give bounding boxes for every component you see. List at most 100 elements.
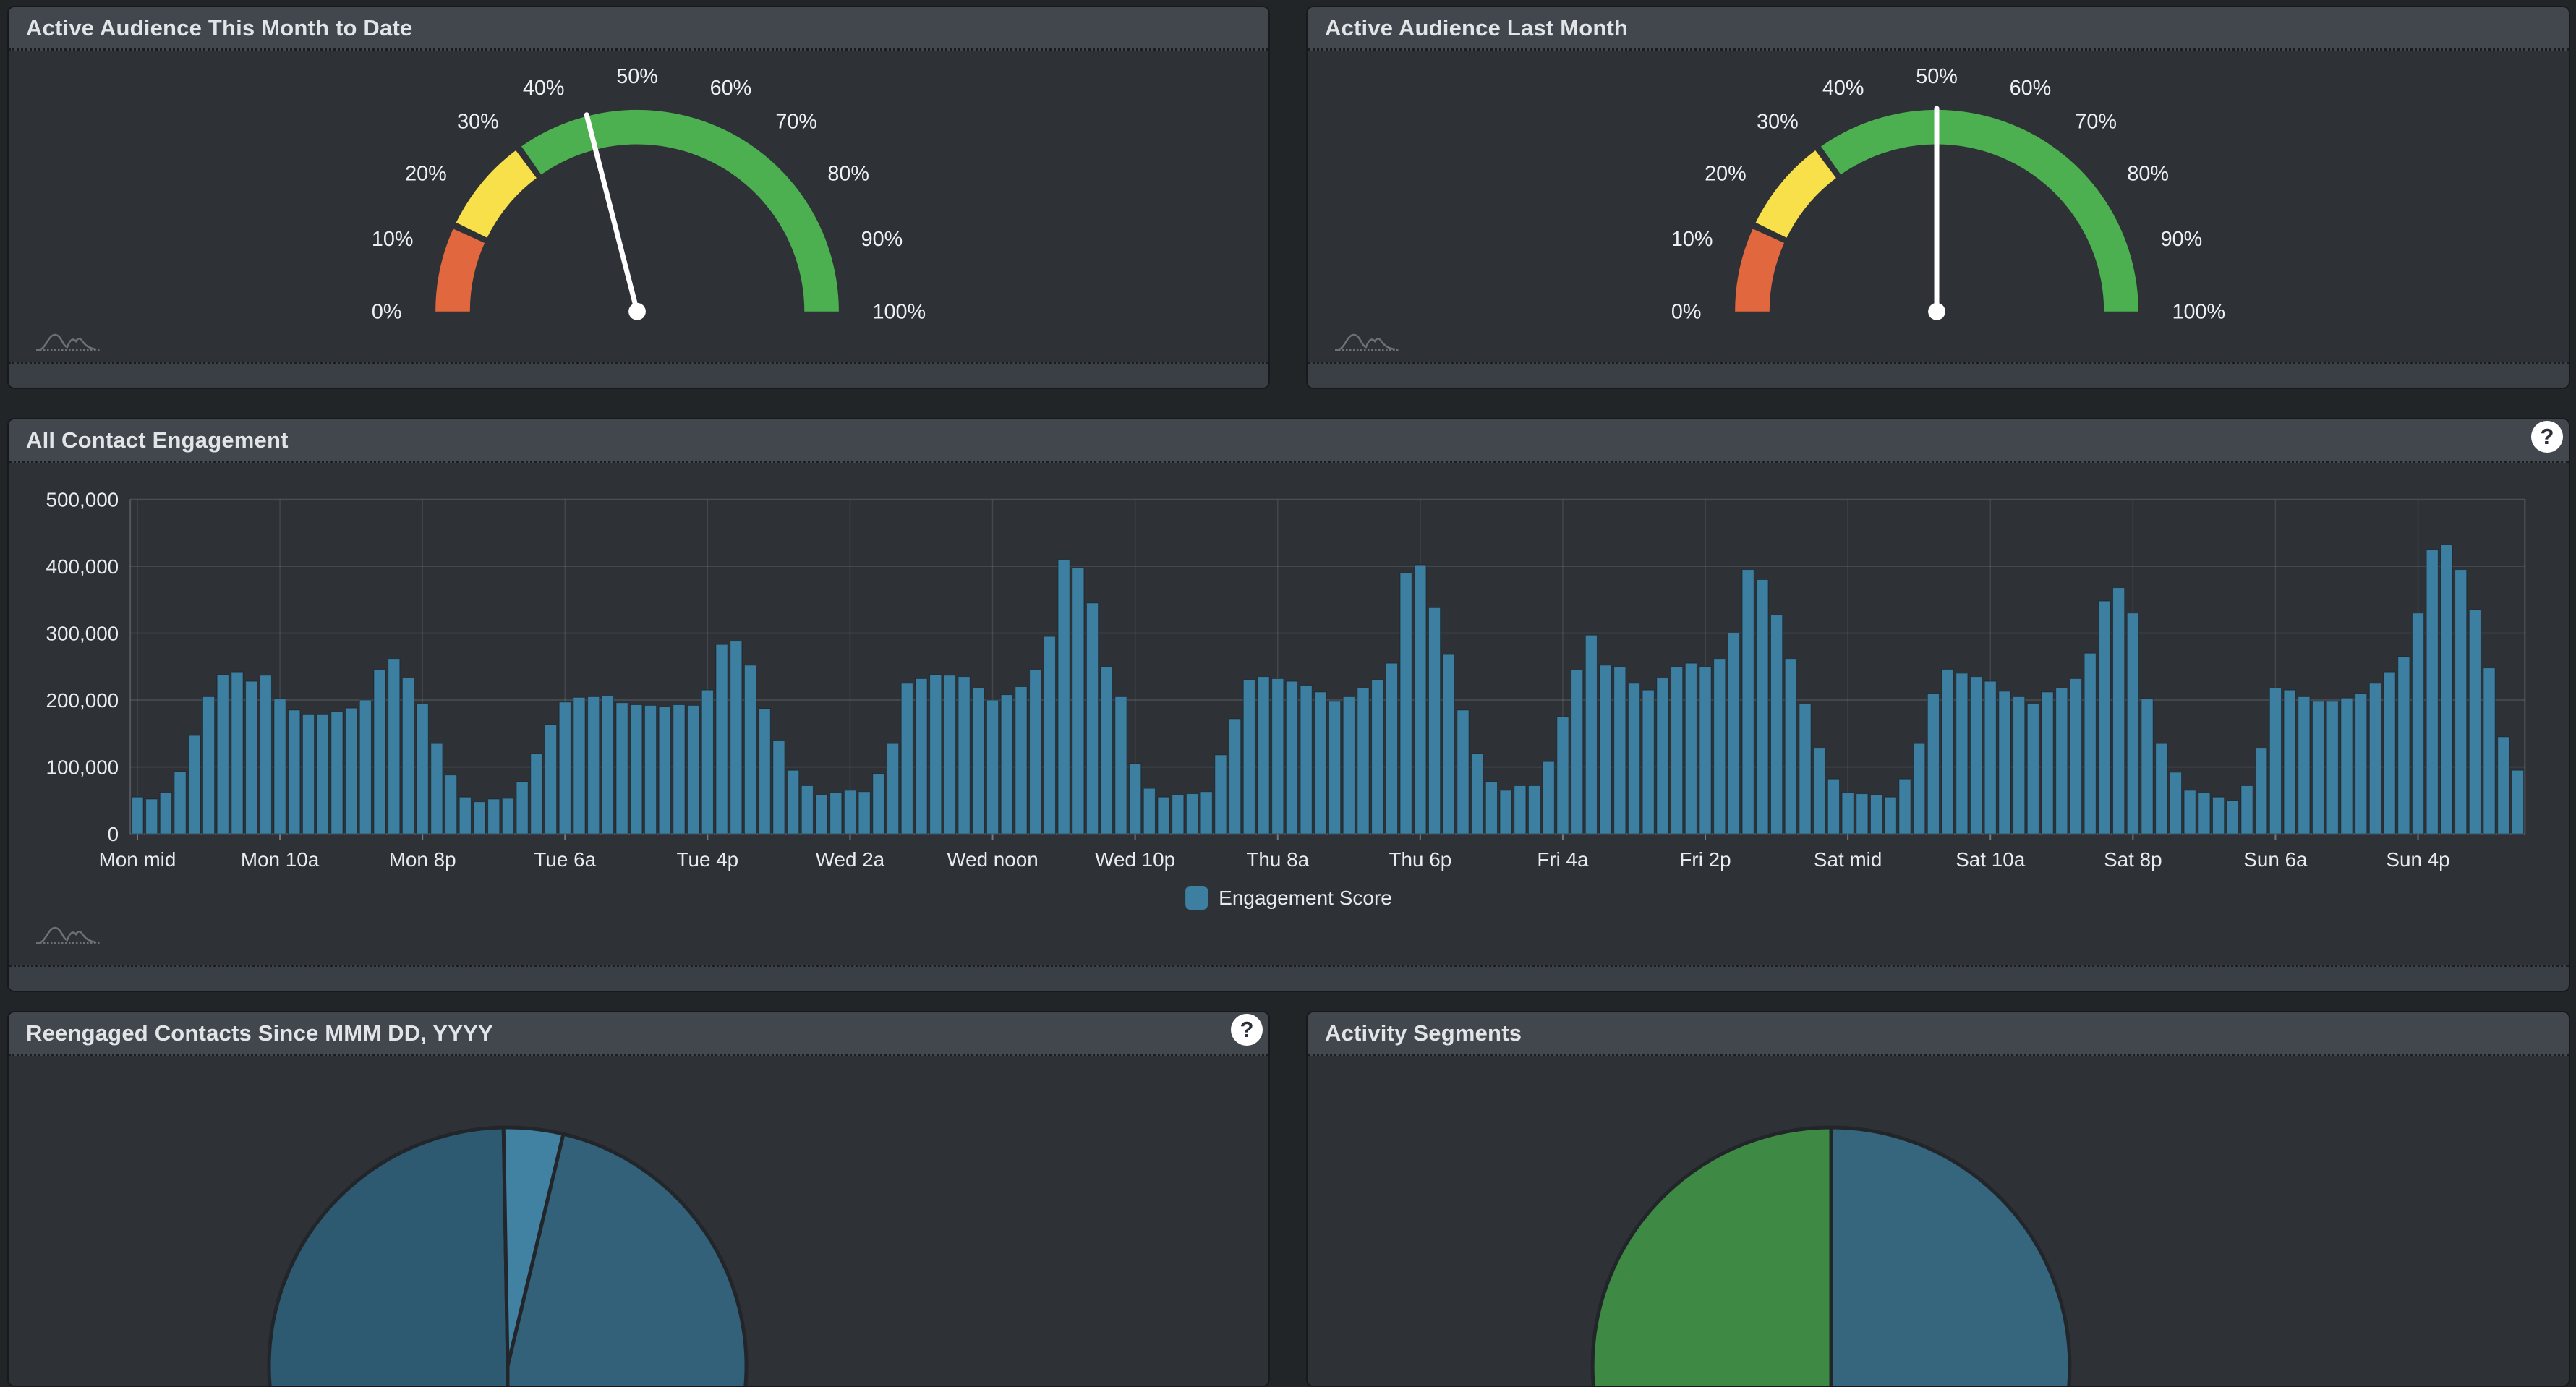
bar-36[interactable] [644,705,656,834]
bar-94[interactable] [1472,754,1483,834]
bar-106[interactable] [1642,690,1654,834]
bar-150[interactable] [2269,688,2281,834]
pie-slice-0[interactable] [269,1127,508,1387]
bar-43[interactable] [744,665,756,834]
bar-0[interactable] [132,797,143,834]
bar-123[interactable] [1885,797,1896,834]
bar-121[interactable] [1856,794,1868,835]
bar-61[interactable] [1001,695,1012,834]
bar-4[interactable] [189,735,200,834]
bar-28[interactable] [531,754,542,834]
bar-128[interactable] [1956,673,1968,834]
bar-113[interactable] [1742,570,1754,834]
bar-84[interactable] [1329,701,1341,834]
bar-51[interactable] [858,792,870,834]
bar-87[interactable] [1372,680,1383,834]
pie-slices[interactable] [1592,1127,2070,1387]
bar-110[interactable] [1699,667,1711,834]
bar-25[interactable] [488,799,500,834]
bar-77[interactable] [1229,719,1241,834]
bar-101[interactable] [1571,670,1583,834]
bar-60[interactable] [986,700,998,834]
bar-46[interactable] [788,770,799,834]
bar-122[interactable] [1870,795,1882,834]
bar-74[interactable] [1186,794,1198,835]
bar-53[interactable] [887,743,899,834]
bar-15[interactable] [346,708,357,834]
bar-31[interactable] [573,697,585,834]
bar-54[interactable] [901,683,913,834]
bar-120[interactable] [1842,793,1854,834]
bar-79[interactable] [1258,677,1269,834]
bar-85[interactable] [1343,696,1355,834]
bar-1[interactable] [146,799,158,834]
bar-117[interactable] [1799,704,1811,834]
bar-114[interactable] [1757,579,1768,834]
bar-130[interactable] [1984,681,1996,834]
bar-134[interactable] [2042,692,2053,834]
bar-40[interactable] [701,690,713,834]
bar-89[interactable] [1400,573,1412,834]
bar-17[interactable] [374,670,385,834]
bar-157[interactable] [2369,683,2381,834]
bar-62[interactable] [1015,687,1027,835]
bar-154[interactable] [2326,701,2338,834]
bar-39[interactable] [688,705,699,834]
bar-97[interactable] [1514,785,1526,834]
bar-116[interactable] [1785,659,1796,834]
bar-47[interactable] [801,785,813,834]
bar-132[interactable] [2013,696,2025,834]
bar-92[interactable] [1443,654,1454,834]
bar-118[interactable] [1814,748,1825,834]
bar-136[interactable] [2070,678,2081,834]
bar-161[interactable] [2426,550,2438,834]
bar-5[interactable] [202,696,214,834]
bar-49[interactable] [830,793,842,834]
bar-129[interactable] [1970,677,1982,834]
bar-160[interactable] [2412,613,2423,834]
pie-slices[interactable] [269,1127,746,1387]
bar-59[interactable] [973,688,984,834]
bar-152[interactable] [2298,696,2310,834]
bar-29[interactable] [545,725,556,834]
bar-65[interactable] [1058,560,1070,834]
bar-44[interactable] [759,709,770,834]
bar-105[interactable] [1628,683,1639,834]
bar-165[interactable] [2483,668,2495,834]
bar-137[interactable] [2084,653,2096,834]
bar-102[interactable] [1585,635,1597,834]
bar-98[interactable] [1528,785,1540,834]
bar-14[interactable] [331,712,343,834]
legend[interactable]: Engagement Score [1185,886,1392,910]
bar-108[interactable] [1671,667,1683,834]
pie-slice-1[interactable] [1831,1127,2070,1387]
bar-12[interactable] [302,714,314,834]
bar-34[interactable] [616,703,628,834]
bar-139[interactable] [2113,588,2125,835]
bar-82[interactable] [1300,686,1312,834]
bar-133[interactable] [2027,704,2039,834]
bar-32[interactable] [588,696,600,834]
bar-142[interactable] [2156,743,2167,834]
bar-72[interactable] [1158,797,1169,834]
bar-20[interactable] [417,704,428,834]
bar-103[interactable] [1600,665,1611,834]
bar-50[interactable] [844,790,856,834]
bar-13[interactable] [317,714,328,834]
bar-96[interactable] [1500,790,1511,834]
activity-pie-chart[interactable] [1585,1120,2077,1387]
bar-127[interactable] [1942,669,1953,834]
bar-67[interactable] [1086,603,1098,834]
bar-138[interactable] [2099,601,2110,834]
pie-slice-0[interactable] [1592,1127,1831,1387]
bar-126[interactable] [1927,694,1939,834]
bar-30[interactable] [559,702,571,834]
bar-76[interactable] [1215,755,1227,834]
bar-7[interactable] [231,672,243,834]
bar-26[interactable] [502,798,513,834]
bar-143[interactable] [2170,772,2181,834]
bar-8[interactable] [246,681,257,834]
bar-37[interactable] [659,707,670,834]
bar-83[interactable] [1315,692,1326,834]
bar-71[interactable] [1143,788,1155,834]
